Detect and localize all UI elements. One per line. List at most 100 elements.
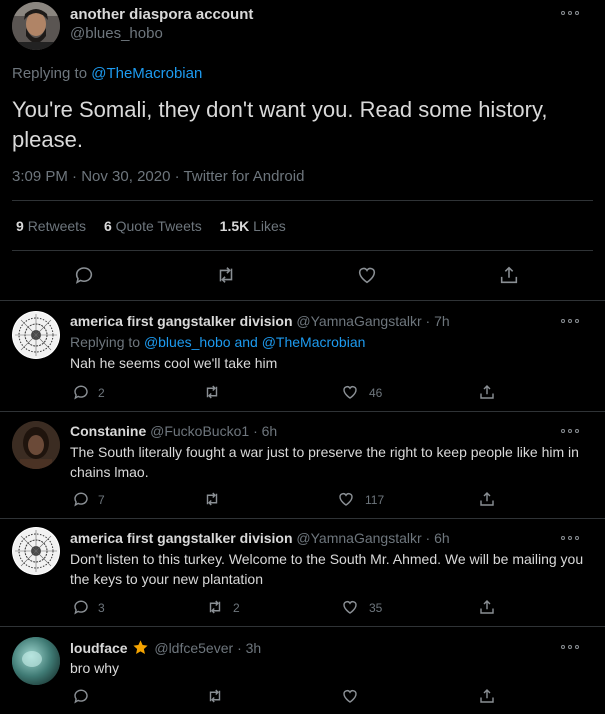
like-count: 35 <box>369 601 383 615</box>
more-icon[interactable] <box>561 428 579 434</box>
tweet-time[interactable]: 3:09 PM <box>12 168 68 185</box>
share-icon[interactable] <box>478 598 496 616</box>
replying-to-link[interactable]: @TheMacrobian <box>91 65 202 82</box>
replying-to-and: and <box>234 334 258 350</box>
reply-icon[interactable] <box>72 687 90 705</box>
timestamp[interactable]: 3h <box>246 640 262 656</box>
tweet-text: bro why <box>70 660 120 676</box>
display-name[interactable]: america first gangstalker division <box>70 530 293 546</box>
separator: · <box>237 640 242 656</box>
replying-to-prefix: Replying to <box>70 334 141 350</box>
divider <box>0 626 605 627</box>
handle[interactable]: @ldfce5ever <box>154 640 233 656</box>
quotes-count: 6 <box>103 218 112 234</box>
reply-count: 3 <box>98 601 105 615</box>
handle[interactable]: @blues_hobo <box>70 25 163 42</box>
display-name[interactable]: america first gangstalker division <box>70 313 293 329</box>
reply-icon[interactable] <box>72 383 90 401</box>
divider <box>12 250 593 251</box>
share-icon[interactable] <box>478 383 496 401</box>
separator: · <box>174 168 180 185</box>
divider <box>0 518 605 519</box>
retweet-icon[interactable] <box>203 490 221 508</box>
display-name[interactable]: Constanine <box>70 423 146 439</box>
tweet-text: You're Somali, they don't want you. Read… <box>12 97 548 152</box>
tweet-text: Don't listen to this turkey. Welcome to … <box>70 551 584 587</box>
avatar-image <box>13 312 59 358</box>
more-icon[interactable] <box>561 535 579 541</box>
timestamp[interactable]: 6h <box>434 530 450 546</box>
reply-count: 7 <box>98 493 105 507</box>
replying-to-line: Replying to @blues_hobo and @TheMacrobia… <box>70 334 365 350</box>
star-icon <box>132 639 149 656</box>
handle[interactable]: @YamnaGangstalkr <box>296 530 421 546</box>
retweet-icon[interactable] <box>206 687 224 705</box>
separator: · <box>72 168 78 185</box>
retweets-label: Retweets <box>27 218 87 234</box>
divider <box>0 300 605 301</box>
replying-to-link[interactable]: @TheMacrobian <box>262 334 366 350</box>
tweet-text: Nah he seems cool we'll take him <box>70 355 278 371</box>
tweet-date[interactable]: Nov 30, 2020 <box>81 168 170 185</box>
avatar-image <box>12 2 60 50</box>
likes-count: 1.5K <box>219 218 250 234</box>
quotes-stat[interactable]: 6 Quote Tweets <box>104 218 206 234</box>
heart-icon[interactable] <box>356 264 378 286</box>
reply-header: Constanine @FuckoBucko1 · 6h <box>70 423 277 439</box>
heart-icon[interactable] <box>341 598 359 616</box>
retweets-stat[interactable]: 9 Retweets <box>16 218 90 234</box>
likes-label: Likes <box>253 218 286 234</box>
avatar[interactable] <box>12 527 60 575</box>
share-icon[interactable] <box>498 264 520 286</box>
retweet-icon[interactable] <box>203 383 221 401</box>
reply-header: america first gangstalker division @Yamn… <box>70 530 450 546</box>
display-name[interactable]: loudface <box>70 640 128 656</box>
tweet-meta: 3:09 PM · Nov 30, 2020 · Twitter for And… <box>12 168 304 185</box>
display-name[interactable]: another diaspora account <box>70 6 253 23</box>
handle[interactable]: @YamnaGangstalkr <box>296 313 421 329</box>
timestamp[interactable]: 7h <box>434 313 450 329</box>
retweet-icon[interactable] <box>215 264 237 286</box>
retweet-count: 2 <box>233 601 240 615</box>
retweet-icon[interactable] <box>206 598 224 616</box>
replying-to-link[interactable]: @blues_hobo <box>144 334 231 350</box>
more-icon[interactable] <box>561 318 579 324</box>
more-icon[interactable] <box>561 10 579 16</box>
more-icon[interactable] <box>561 644 579 650</box>
tweet-text: The South literally fought a war just to… <box>70 444 579 480</box>
reply-count: 2 <box>98 386 105 400</box>
avatar-image <box>12 421 60 469</box>
avatar[interactable] <box>12 311 60 359</box>
share-icon[interactable] <box>478 490 496 508</box>
avatar[interactable] <box>12 637 60 685</box>
reply-icon[interactable] <box>72 598 90 616</box>
reply-header: loudface @ldfce5ever · 3h <box>70 639 261 656</box>
reply-icon[interactable] <box>72 490 90 508</box>
like-count: 117 <box>365 493 385 507</box>
heart-icon[interactable] <box>337 490 355 508</box>
avatar[interactable] <box>12 421 60 469</box>
quotes-label: Quote Tweets <box>115 218 202 234</box>
share-icon[interactable] <box>478 687 496 705</box>
avatar-image <box>12 637 60 685</box>
likes-stat[interactable]: 1.5K Likes <box>220 218 286 234</box>
divider <box>0 411 605 412</box>
retweets-count: 9 <box>16 218 24 234</box>
tweet-source[interactable]: Twitter for Android <box>184 168 305 185</box>
reply-icon[interactable] <box>73 264 95 286</box>
handle[interactable]: @FuckoBucko1 <box>150 423 249 439</box>
heart-icon[interactable] <box>341 687 359 705</box>
separator: · <box>253 423 258 439</box>
separator: · <box>425 530 431 546</box>
heart-icon[interactable] <box>341 383 359 401</box>
reply-header: america first gangstalker division @Yamn… <box>70 313 450 329</box>
replying-to-prefix: Replying to <box>12 65 88 82</box>
avatar-image <box>13 528 59 574</box>
like-count: 46 <box>369 386 383 400</box>
separator: · <box>425 313 431 329</box>
replying-to-line: Replying to @TheMacrobian <box>12 65 202 82</box>
divider <box>12 200 593 201</box>
timestamp[interactable]: 6h <box>262 423 278 439</box>
tweet-stats: 9 Retweets 6 Quote Tweets 1.5K Likes <box>16 218 286 234</box>
avatar[interactable] <box>12 2 60 50</box>
